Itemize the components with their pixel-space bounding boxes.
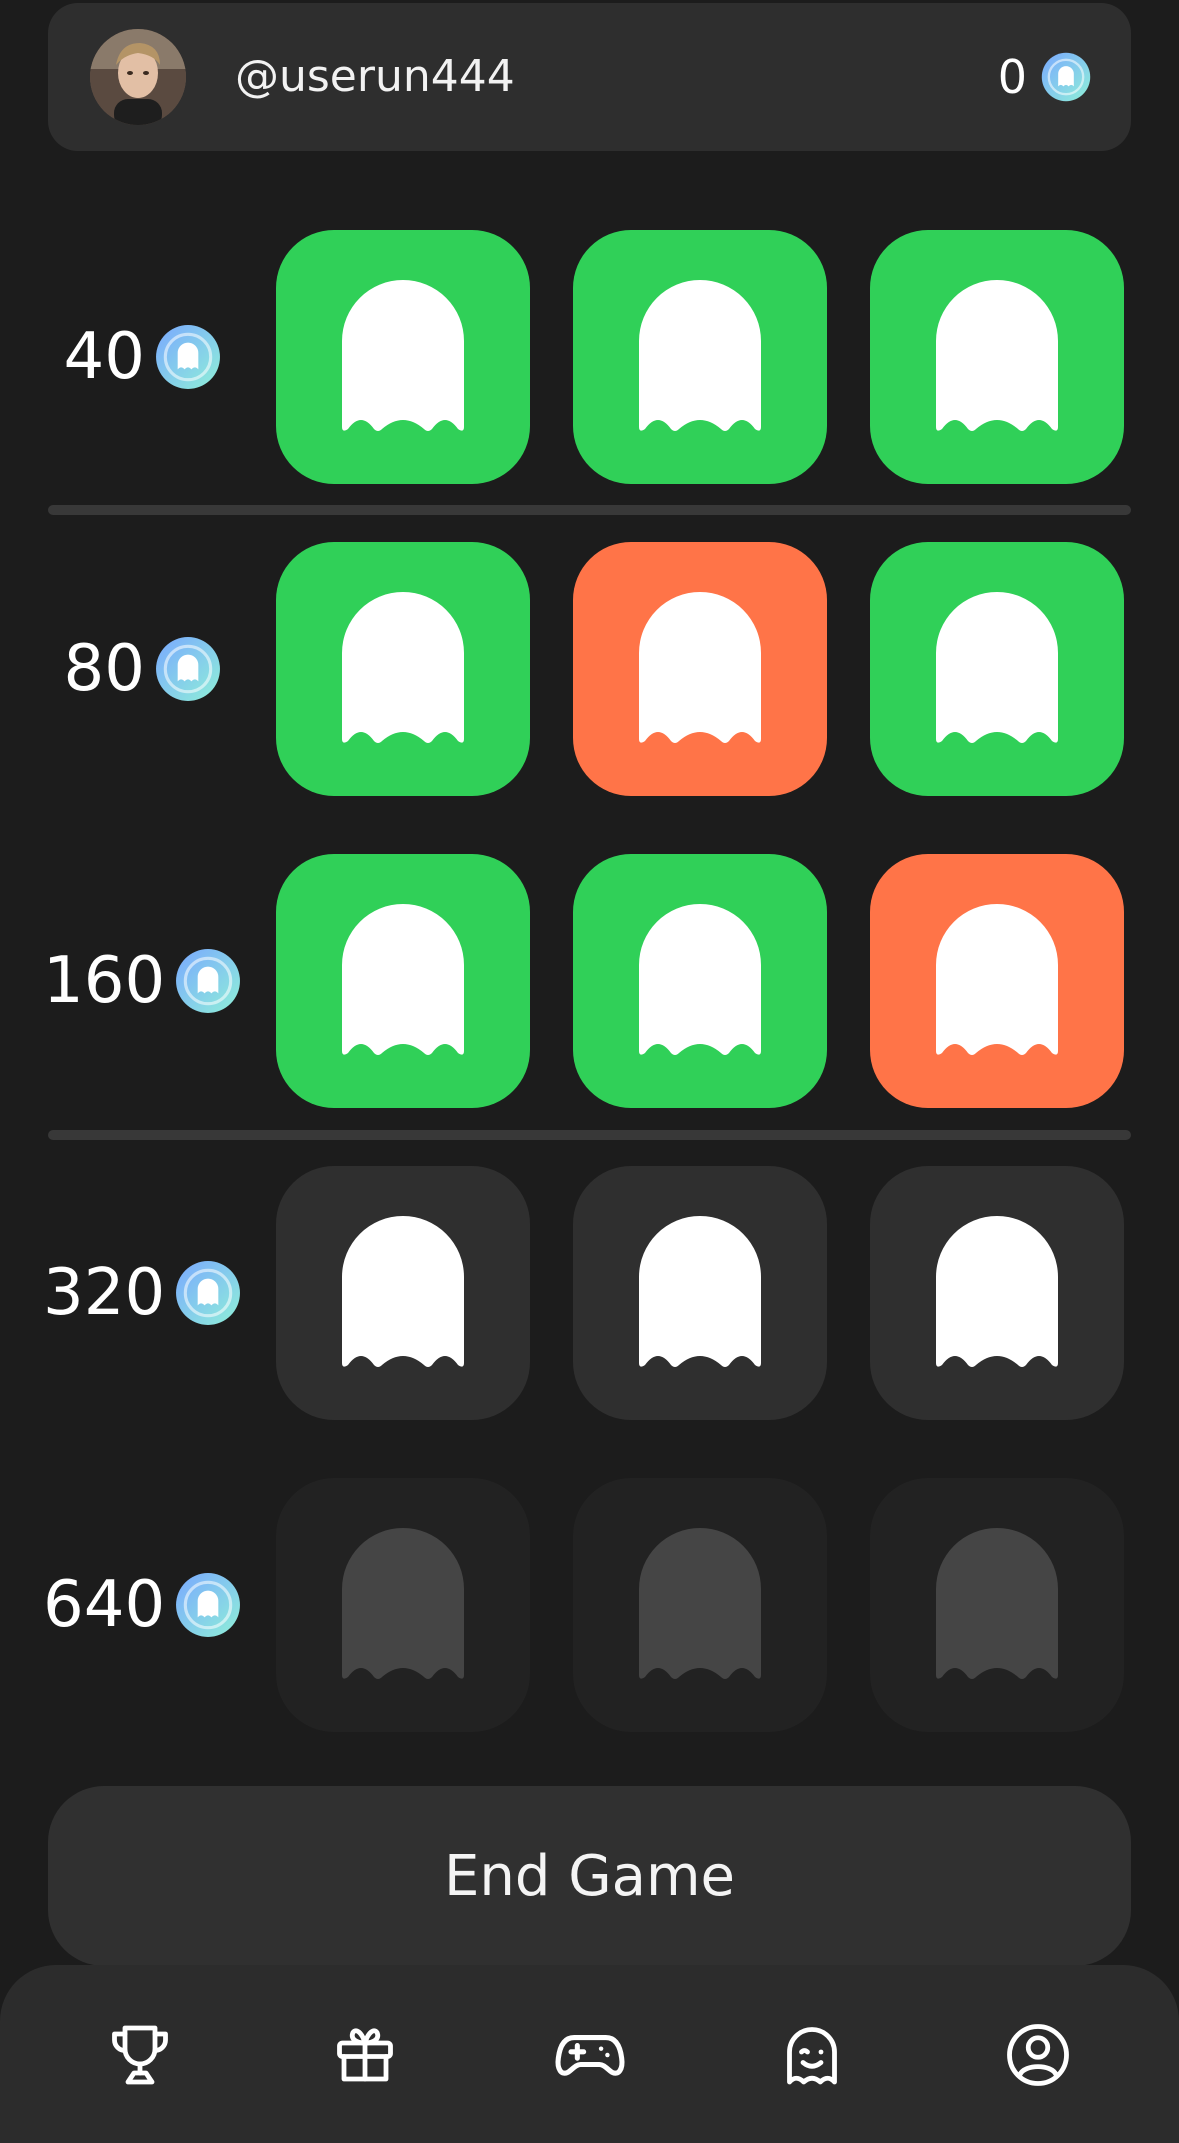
avatar[interactable] xyxy=(90,29,186,125)
row-reward-label: 80 xyxy=(64,629,221,709)
ghost-tile[interactable] xyxy=(573,1166,827,1420)
ghost-tile xyxy=(573,230,827,484)
row-reward-value: 40 xyxy=(63,320,145,394)
balance: 0 xyxy=(998,49,1091,105)
user-header: @userun444 0 xyxy=(48,3,1131,151)
ghost-coin-icon xyxy=(175,1572,241,1638)
ghost-coin-icon xyxy=(1041,52,1091,102)
row-reward-label: 160 xyxy=(43,941,241,1021)
bottom-tab-bar xyxy=(0,1965,1179,2143)
ghost-tile xyxy=(870,230,1124,484)
ghost-icon xyxy=(639,280,761,431)
ghost-coin-icon xyxy=(155,324,221,390)
ghost-coin-icon xyxy=(175,948,241,1014)
ghost-tile xyxy=(276,1478,530,1732)
ghost-icon xyxy=(936,280,1058,431)
row-reward-value: 320 xyxy=(43,1256,166,1330)
ghost-icon xyxy=(342,1216,464,1367)
ghost-icon xyxy=(936,592,1058,743)
ghost-icon xyxy=(936,904,1058,1055)
ghost-icon xyxy=(936,1216,1058,1367)
trophy-icon[interactable] xyxy=(98,2013,182,2097)
row-reward-label: 40 xyxy=(64,317,221,397)
divider xyxy=(48,505,1131,515)
ghost-icon xyxy=(639,904,761,1055)
ghost-icon xyxy=(936,1528,1058,1679)
profile-icon[interactable] xyxy=(996,2013,1080,2097)
ghost-tile xyxy=(573,854,827,1108)
row-reward-label: 320 xyxy=(43,1253,241,1333)
ghost-tile xyxy=(870,854,1124,1108)
row-reward-value: 640 xyxy=(43,1568,166,1642)
ghost-tile xyxy=(870,542,1124,796)
gamepad-icon[interactable] xyxy=(548,2013,632,2097)
ghost-tile xyxy=(870,1478,1124,1732)
end-game-button[interactable]: End Game xyxy=(48,1786,1131,1966)
ghost-icon xyxy=(639,1528,761,1679)
ghost-icon xyxy=(639,1216,761,1367)
ghost-coin-icon xyxy=(155,636,221,702)
username: @userun444 xyxy=(235,51,515,102)
ghost-icon xyxy=(342,592,464,743)
ghost-tile xyxy=(276,854,530,1108)
ghost-tile[interactable] xyxy=(870,1166,1124,1420)
row-reward-value: 160 xyxy=(43,944,166,1018)
divider xyxy=(48,1130,1131,1140)
ghost-coin-icon xyxy=(175,1260,241,1326)
ghost-tile xyxy=(276,230,530,484)
gift-icon[interactable] xyxy=(323,2013,407,2097)
balance-value: 0 xyxy=(997,50,1027,104)
ghost-tile[interactable] xyxy=(276,1166,530,1420)
ghost-tile xyxy=(573,1478,827,1732)
ghost-icon xyxy=(342,904,464,1055)
ghost-icon xyxy=(342,280,464,431)
ghost-tile xyxy=(276,542,530,796)
row-reward-value: 80 xyxy=(63,632,145,706)
ghost-icon xyxy=(639,592,761,743)
row-reward-label: 640 xyxy=(43,1565,241,1645)
ghost-tile xyxy=(573,542,827,796)
ghost-face-icon[interactable] xyxy=(770,2013,854,2097)
ghost-icon xyxy=(342,1528,464,1679)
